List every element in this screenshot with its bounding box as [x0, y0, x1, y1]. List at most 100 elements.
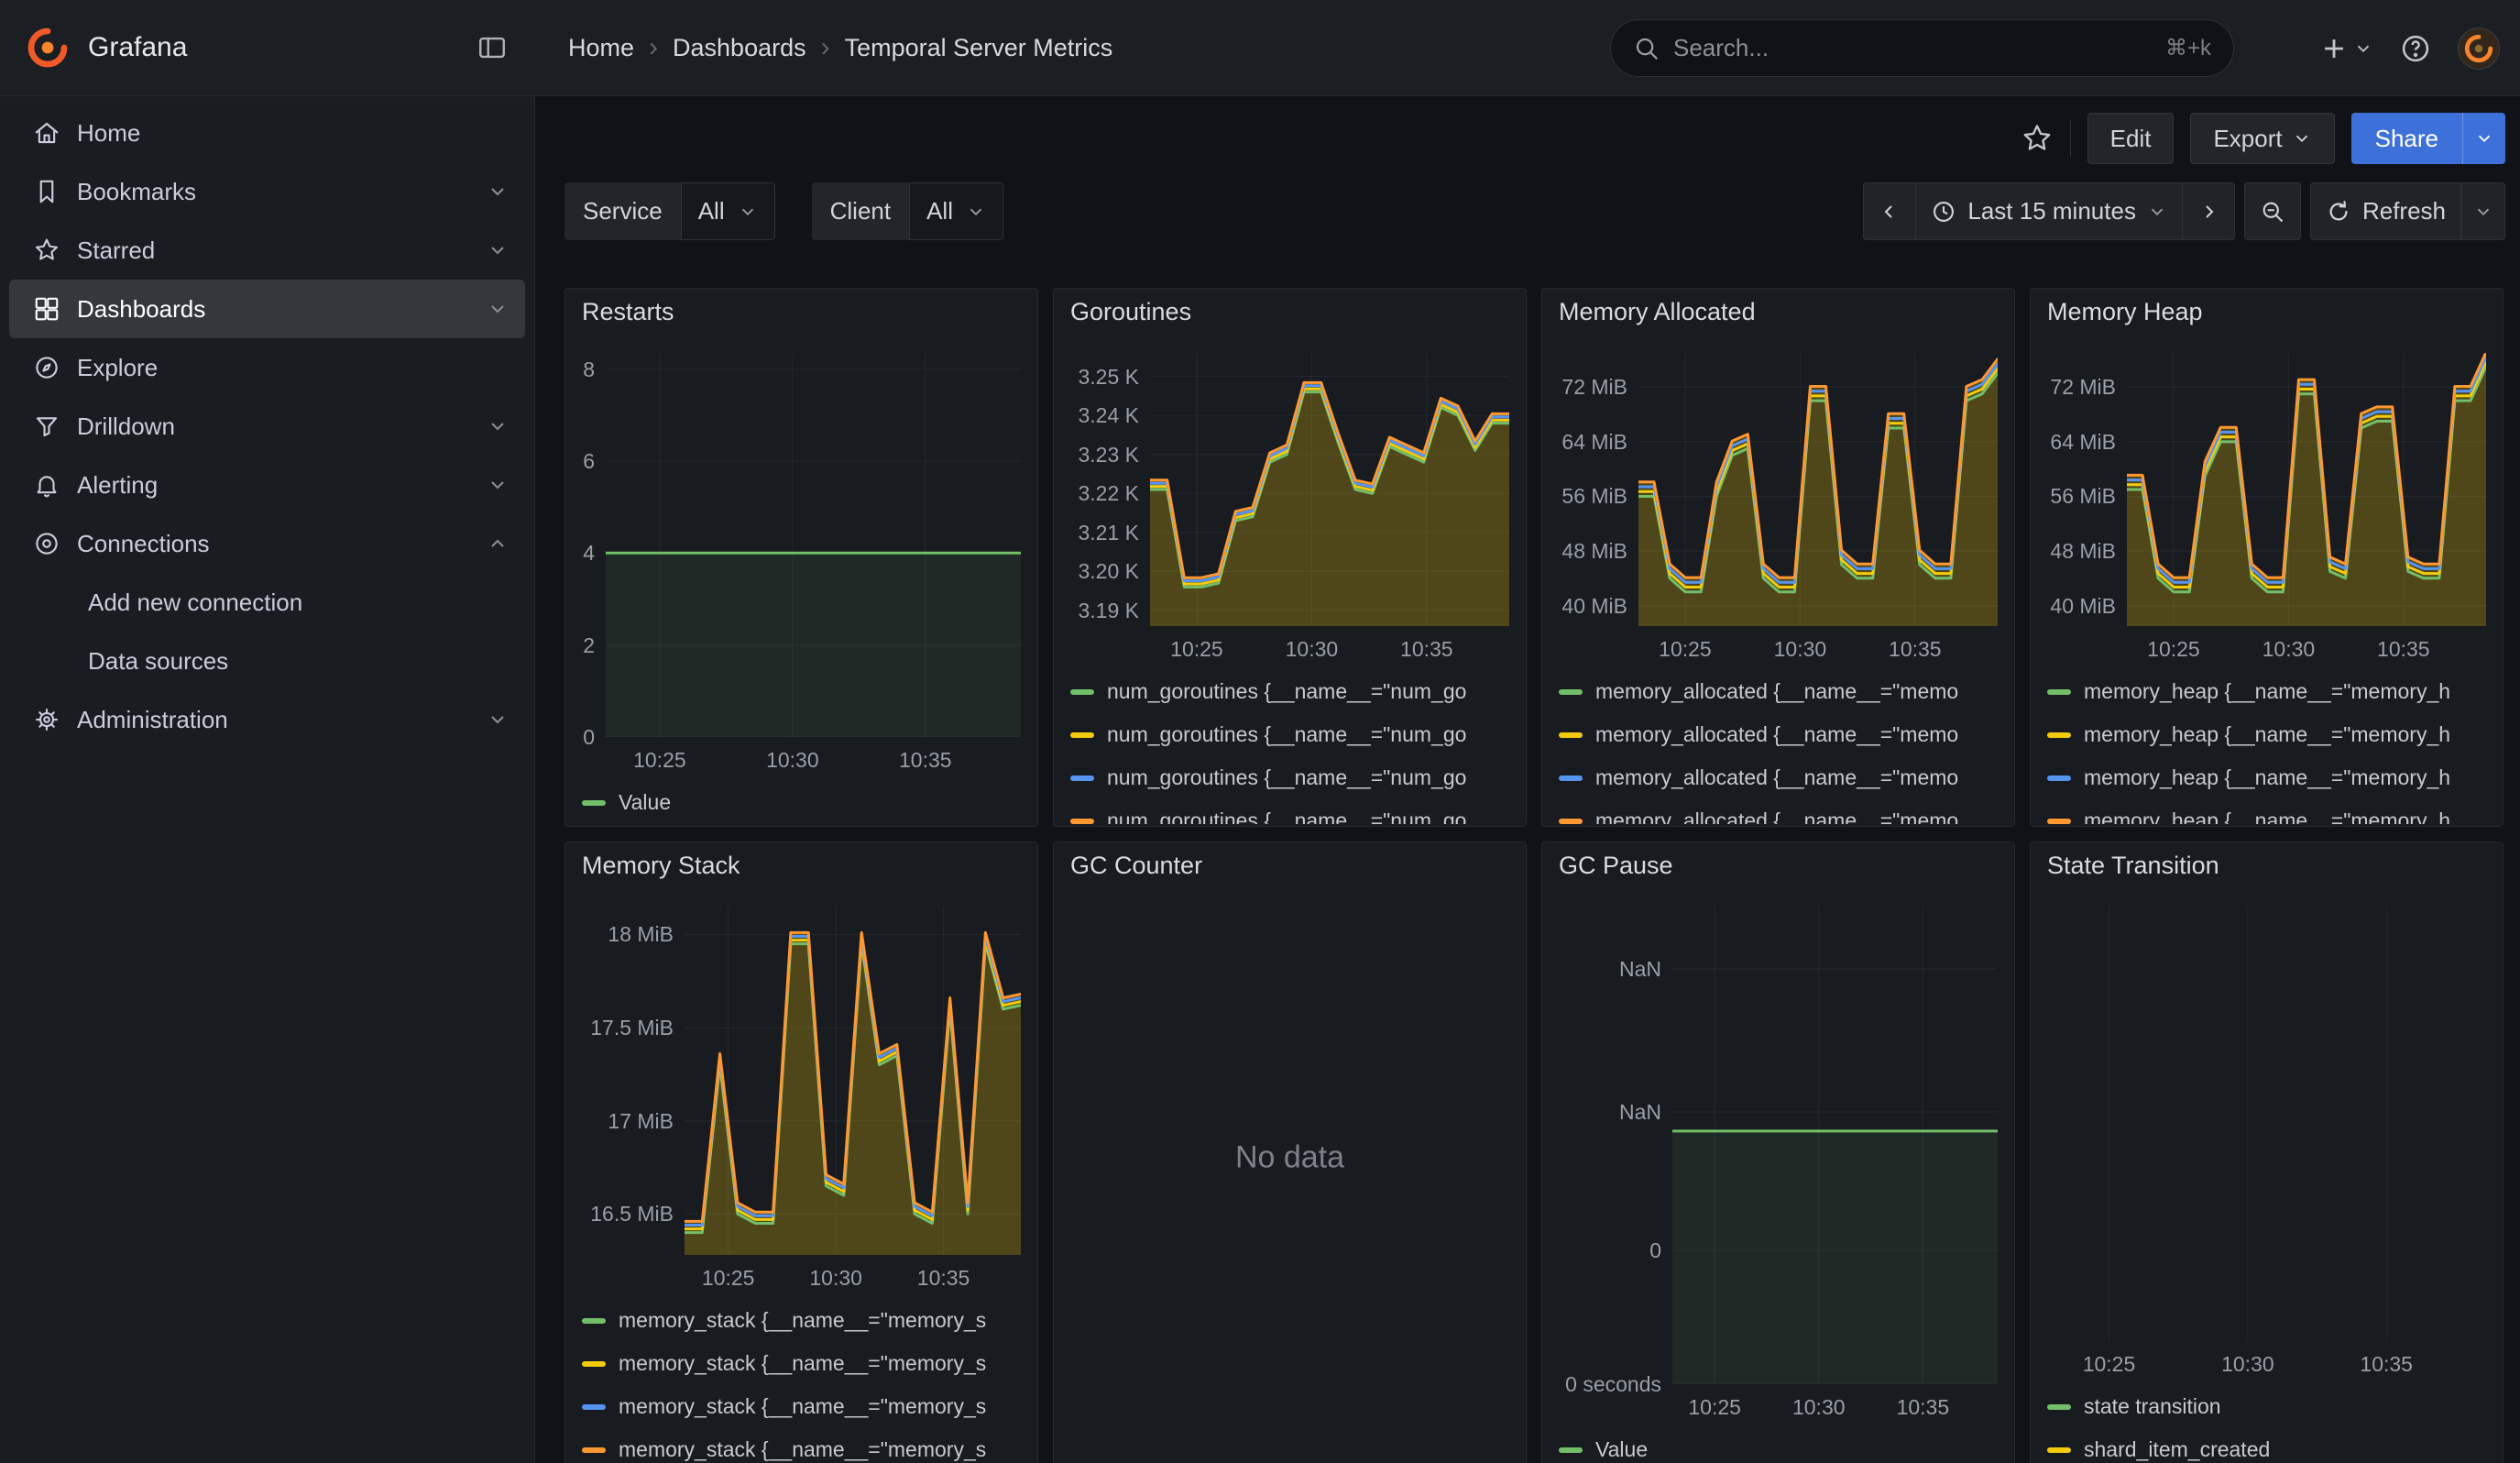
sidebar-item-add-new-connection[interactable]: Add new connection	[9, 573, 525, 632]
sidebar-item-bookmarks[interactable]: Bookmarks	[9, 162, 525, 221]
panel-title[interactable]: GC Pause	[1559, 842, 1998, 888]
panel-title[interactable]: State Transition	[2047, 842, 2486, 888]
legend-item[interactable]: memory_heap {__name__="memory_h	[2047, 670, 2486, 713]
panel-title[interactable]: Memory Stack	[582, 842, 1021, 888]
y-axis-label: 16.5 MiB	[582, 1202, 674, 1226]
sidebar-item-drilldown[interactable]: Drilldown	[9, 397, 525, 456]
legend-item[interactable]: memory_stack {__name__="memory_s	[582, 1428, 1021, 1463]
legend-swatch	[582, 800, 606, 806]
client-variable-value[interactable]: All	[909, 182, 1003, 240]
legend-item[interactable]: memory_heap {__name__="memory_h	[2047, 799, 2486, 824]
legend-item-label: num_goroutines {__name__="num_go	[1107, 808, 1466, 824]
top-nav: Grafana Home › Dashboards › Temporal Ser…	[0, 0, 2520, 96]
panel-legend: Value	[1559, 1428, 1998, 1463]
sidebar-item-home[interactable]: Home	[9, 104, 525, 162]
time-forward-button[interactable]	[2182, 182, 2235, 240]
sidebar-item-explore[interactable]: Explore	[9, 338, 525, 397]
panel-title[interactable]: Memory Heap	[2047, 289, 2486, 335]
legend-item[interactable]: memory_stack {__name__="memory_s	[582, 1342, 1021, 1385]
y-axis-label: NaN	[1559, 957, 1661, 981]
legend-swatch	[2047, 1404, 2071, 1410]
legend-swatch	[1559, 732, 1583, 738]
y-axis-label: 56 MiB	[1559, 484, 1627, 508]
refresh-interval-caret[interactable]	[2461, 182, 2505, 240]
user-avatar[interactable]	[2458, 28, 2500, 70]
refresh-icon	[2326, 199, 2351, 225]
legend-item[interactable]: Value	[582, 781, 1021, 824]
chart-canvas[interactable]	[1672, 907, 1998, 1384]
panel-title[interactable]: GC Counter	[1070, 842, 1509, 888]
legend-item[interactable]: shard_item_created	[2047, 1428, 2486, 1463]
filter-row: Service All Client All Last 15 minutes	[564, 182, 2505, 240]
panel-state-transition: State Transition10:2510:3010:35state tra…	[2030, 842, 2504, 1463]
service-variable[interactable]: Service All	[564, 182, 775, 240]
legend-item[interactable]: memory_heap {__name__="memory_h	[2047, 756, 2486, 799]
breadcrumb-home[interactable]: Home	[568, 34, 634, 62]
panel-title[interactable]: Goroutines	[1070, 289, 1509, 335]
chart-canvas[interactable]	[685, 907, 1021, 1255]
legend-item[interactable]: num_goroutines {__name__="num_go	[1070, 799, 1509, 824]
chart-canvas[interactable]	[2053, 907, 2486, 1341]
sidebar-item-starred[interactable]: Starred	[9, 221, 525, 280]
star-icon	[2021, 122, 2054, 155]
breadcrumb-dashboards[interactable]: Dashboards	[673, 34, 806, 62]
search-box[interactable]: ⌘+k	[1610, 19, 2234, 77]
legend-item[interactable]: memory_allocated {__name__="memo	[1559, 670, 1998, 713]
legend-item[interactable]: memory_stack {__name__="memory_s	[582, 1299, 1021, 1342]
panel-title[interactable]: Restarts	[582, 289, 1021, 335]
y-axis-label: 72 MiB	[1559, 375, 1627, 399]
share-label[interactable]: Share	[2351, 113, 2462, 164]
legend-swatch	[1070, 776, 1094, 781]
refresh-main-button[interactable]: Refresh	[2310, 182, 2461, 240]
search-input[interactable]	[1673, 34, 2153, 62]
sidebar-item-administration[interactable]: Administration	[9, 690, 525, 749]
legend-item[interactable]: memory_allocated {__name__="memo	[1559, 799, 1998, 824]
legend-item[interactable]: memory_allocated {__name__="memo	[1559, 756, 1998, 799]
legend-swatch	[1559, 819, 1583, 824]
panel-title[interactable]: Memory Allocated	[1559, 289, 1998, 335]
legend-item[interactable]: memory_allocated {__name__="memo	[1559, 713, 1998, 756]
service-variable-value[interactable]: All	[681, 182, 775, 240]
sidebar-item-chevron	[487, 239, 509, 261]
sidebar-toggle-icon[interactable]	[477, 32, 508, 63]
edit-button[interactable]: Edit	[2087, 113, 2175, 164]
legend-item[interactable]: num_goroutines {__name__="num_go	[1070, 713, 1509, 756]
legend-item[interactable]: state transition	[2047, 1385, 2486, 1428]
chart-canvas[interactable]	[1638, 353, 1998, 626]
legend-item[interactable]: Value	[1559, 1428, 1998, 1463]
legend-item[interactable]: memory_stack {__name__="memory_s	[582, 1385, 1021, 1428]
legend-item[interactable]: num_goroutines {__name__="num_go	[1070, 756, 1509, 799]
chart-canvas[interactable]	[2127, 353, 2486, 626]
chart-canvas[interactable]	[606, 353, 1021, 737]
chart-canvas[interactable]	[1150, 353, 1509, 626]
time-range-label: Last 15 minutes	[1967, 197, 2136, 226]
legend-item[interactable]: memory_heap {__name__="memory_h	[2047, 713, 2486, 756]
export-button[interactable]: Export	[2190, 113, 2334, 164]
nav-left: Grafana	[0, 0, 535, 95]
client-variable[interactable]: Client All	[812, 182, 1003, 240]
help-button[interactable]	[2399, 32, 2432, 65]
legend-swatch	[1559, 1447, 1583, 1453]
sidebar-item-data-sources[interactable]: Data sources	[9, 632, 525, 690]
chevron-down-icon	[487, 474, 509, 496]
grafana-logo[interactable]	[26, 26, 70, 70]
x-axis: 10:2510:3010:35	[2047, 626, 2486, 666]
share-button[interactable]: Share	[2351, 113, 2505, 164]
panel-goroutines: Goroutines3.25 K3.24 K3.23 K3.22 K3.21 K…	[1053, 288, 1527, 827]
no-data-text: No data	[1054, 1140, 1526, 1176]
legend-item-label: Value	[1595, 1437, 1648, 1462]
favorite-star-button[interactable]	[2021, 122, 2054, 155]
refresh-button[interactable]: Refresh	[2310, 182, 2505, 240]
legend-item-label: memory_stack {__name__="memory_s	[619, 1437, 986, 1462]
sidebar-item-connections[interactable]: Connections	[9, 514, 525, 573]
clock-icon	[1931, 199, 1956, 225]
add-new-button[interactable]	[2318, 33, 2373, 64]
sidebar-item-dashboards[interactable]: Dashboards	[9, 280, 525, 338]
zoom-out-button[interactable]	[2244, 182, 2301, 240]
time-range-button[interactable]: Last 15 minutes	[1916, 182, 2182, 240]
time-back-button[interactable]	[1863, 182, 1916, 240]
sidebar-item-alerting[interactable]: Alerting	[9, 456, 525, 514]
x-axis-label: 10:35	[1881, 1395, 1964, 1420]
legend-item[interactable]: num_goroutines {__name__="num_go	[1070, 670, 1509, 713]
share-caret[interactable]	[2462, 113, 2505, 164]
